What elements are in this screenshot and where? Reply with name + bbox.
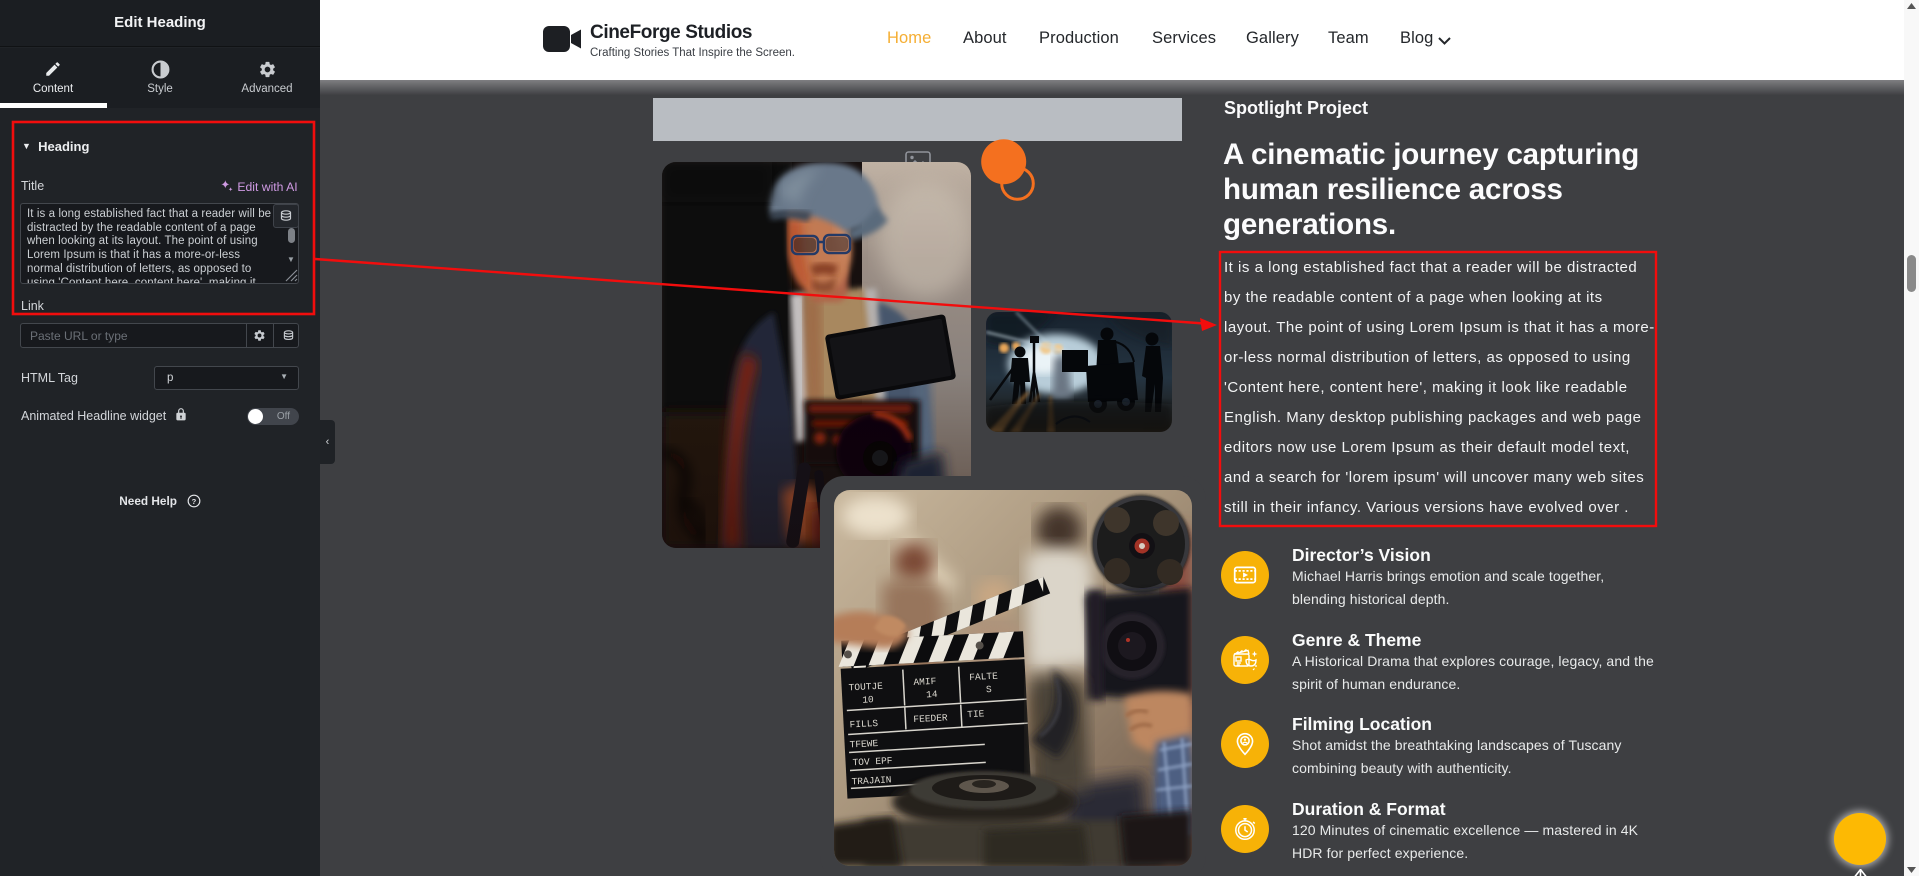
- svg-text:TOV EPF: TOV EPF: [852, 755, 893, 768]
- svg-text:?: ?: [191, 497, 196, 506]
- svg-text:10: 10: [862, 694, 874, 706]
- svg-text:FILLS: FILLS: [849, 718, 878, 730]
- svg-text:TIE: TIE: [967, 708, 985, 720]
- svg-text:TRAJAIN: TRAJAIN: [851, 774, 891, 787]
- svg-text:14: 14: [926, 689, 938, 701]
- svg-text:FALTE: FALTE: [969, 671, 998, 683]
- svg-text:FEEDER: FEEDER: [913, 712, 948, 725]
- svg-text:TOUTJE: TOUTJE: [848, 681, 883, 694]
- svg-text:TFEWE: TFEWE: [849, 738, 878, 750]
- svg-text:S: S: [986, 684, 993, 695]
- svg-text:AMIF: AMIF: [913, 676, 937, 688]
